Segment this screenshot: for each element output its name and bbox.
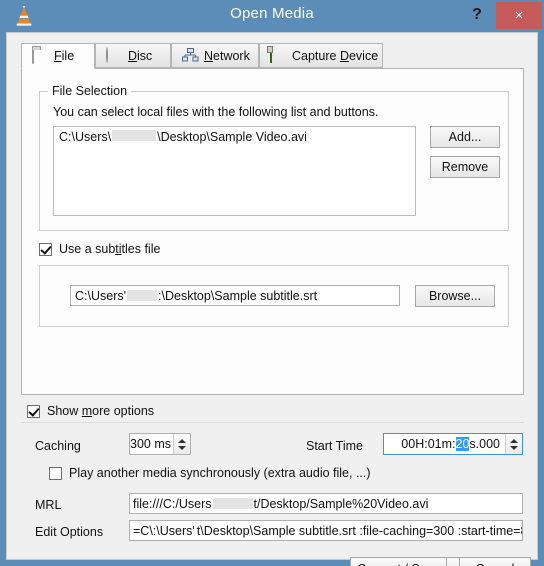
list-item[interactable]: C:\Users\ \Desktop\Sample Video.avi (54, 127, 415, 144)
use-subtitles-checkbox-row[interactable]: Use a subtitles file (39, 242, 160, 256)
edit-options-label: Edit Options (35, 525, 104, 539)
caching-stepper[interactable]: 300 ms (129, 433, 191, 455)
subtitle-path-prefix: C:\Users' (75, 288, 127, 303)
show-more-options-checkbox[interactable] (27, 404, 40, 418)
convert-save-button[interactable]: Convert / Save (350, 557, 446, 566)
file-list[interactable]: C:\Users\ \Desktop\Sample Video.avi (53, 126, 416, 216)
open-media-dialog: Open Media ? × File Disc Network Capture… (0, 0, 544, 566)
capture-card-icon (270, 47, 287, 63)
file-path-prefix: C:\Users\ (59, 130, 112, 144)
mrl-suffix: t/Desktop/Sample%20Video.avi (253, 496, 429, 511)
help-button[interactable]: ? (460, 0, 494, 30)
start-time-spinner-arrows[interactable] (505, 434, 522, 454)
tab-disc-label: Disc (128, 48, 153, 63)
file-selection-group: File Selection You can select local file… (39, 84, 509, 231)
cancel-label: Cancel (476, 562, 515, 566)
cancel-button[interactable]: Cancel (459, 557, 531, 566)
subtitle-path-input[interactable]: C:\Users' :\Desktop\Sample subtitle.srt (70, 285, 400, 306)
tab-network-label: Network (204, 48, 250, 63)
tab-network[interactable]: Network (171, 43, 259, 68)
subtitles-group: C:\Users' :\Desktop\Sample subtitle.srt … (39, 265, 509, 327)
play-another-media-checkbox-row[interactable]: Play another media synchronously (extra … (49, 466, 371, 480)
start-time-label: Start Time (306, 439, 363, 453)
edit-options-prefix: =C\:\Users' (133, 523, 195, 538)
file-tab-page: File Selection You can select local file… (21, 68, 524, 395)
start-time-value[interactable]: 00H:01m:20s.000 (384, 437, 505, 451)
show-more-options-label: Show more options (47, 404, 155, 418)
show-more-options-checkbox-row[interactable]: Show more options (27, 404, 154, 418)
chevron-down-icon[interactable] (178, 445, 186, 450)
tab-strip: File Disc Network Capture Device (21, 43, 523, 70)
subtitle-path-suffix: :\Desktop\Sample subtitle.srt (158, 288, 318, 303)
edit-options-suffix: t\Desktop\Sample subtitle.srt :file-cach… (196, 523, 523, 538)
use-subtitles-label: Use a subtitles file (59, 242, 161, 256)
title-bar: Open Media ? × (0, 0, 544, 32)
tab-disc[interactable]: Disc (95, 43, 171, 68)
network-icon (182, 48, 199, 63)
chevron-up-icon[interactable] (510, 438, 518, 443)
redacted-username (112, 130, 157, 141)
tab-capture-device-label: Capture Device (292, 48, 379, 63)
tab-file-label: File (54, 49, 75, 63)
play-another-media-label: Play another media synchronously (extra … (69, 466, 371, 480)
mrl-prefix: file:///C:/Users (133, 496, 212, 511)
chevron-down-icon[interactable] (510, 445, 518, 450)
start-time-stepper[interactable]: 00H:01m:20s.000 (383, 433, 523, 455)
start-time-selected-text: 20 (455, 437, 470, 451)
caching-value[interactable]: 300 ms (130, 437, 173, 451)
redacted-username (212, 498, 253, 509)
folder-icon (32, 47, 49, 64)
edit-options-input[interactable]: =C\:\Users' t\Desktop\Sample subtitle.sr… (129, 520, 523, 541)
convert-save-label: Convert / Save (357, 562, 440, 566)
more-options-panel: Caching 300 ms Start Time 00H:01m:20s.00… (21, 422, 524, 547)
start-time-prefix: 00H:01m: (401, 437, 456, 451)
mrl-label: MRL (35, 498, 62, 512)
redacted-username (127, 290, 158, 301)
add-button[interactable]: Add... (430, 126, 500, 148)
dialog-client-area: File Disc Network Capture Device File Se… (6, 32, 538, 566)
use-subtitles-checkbox[interactable] (39, 242, 52, 256)
disc-icon (106, 47, 123, 63)
start-time-suffix: s.000 (469, 437, 500, 451)
close-button[interactable]: × (496, 2, 542, 29)
remove-button[interactable]: Remove (430, 156, 500, 178)
file-selection-group-title: File Selection (48, 84, 132, 98)
file-selection-hint: You can select local files with the foll… (53, 105, 379, 119)
browse-button[interactable]: Browse... (415, 285, 495, 307)
tab-file[interactable]: File (21, 43, 95, 69)
caching-spinner-arrows[interactable] (173, 434, 190, 454)
play-another-media-checkbox[interactable] (49, 466, 62, 480)
tab-capture-device[interactable]: Capture Device (259, 43, 383, 68)
file-path-suffix: \Desktop\Sample Video.avi (157, 130, 307, 144)
mrl-input[interactable]: file:///C:/Users t/Desktop/Sample%20Vide… (129, 493, 523, 514)
caching-label: Caching (35, 439, 81, 453)
chevron-up-icon[interactable] (178, 438, 186, 443)
